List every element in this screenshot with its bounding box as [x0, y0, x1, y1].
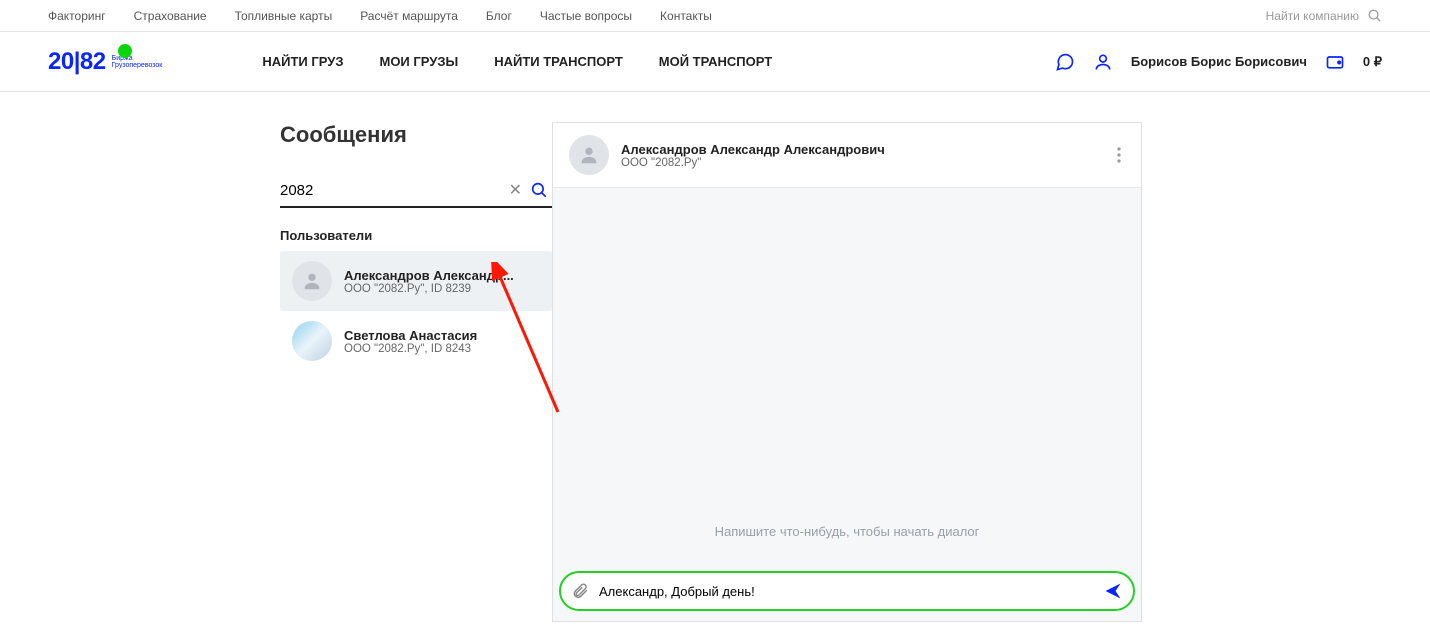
search-submit-icon[interactable]: [526, 181, 552, 199]
empty-chat-message: Напишите что-нибудь, чтобы начать диалог: [715, 524, 980, 561]
user-icon[interactable]: [1093, 52, 1113, 72]
company-search-placeholder: Найти компанию: [1266, 9, 1359, 23]
nav-find-transport[interactable]: НАЙТИ ТРАНСПОРТ: [494, 54, 623, 69]
top-utility-bar: Факторинг Страхование Топливные карты Ра…: [0, 0, 1430, 32]
chat-panel: Александров Александр Александрович ООО …: [552, 122, 1142, 622]
topnav-link[interactable]: Блог: [486, 9, 512, 23]
logo-text: 20|82: [48, 48, 106, 76]
nav-my-cargo[interactable]: МОИ ГРУЗЫ: [379, 54, 458, 69]
user-sub: ООО "2082.Ру", ID 8243: [344, 343, 477, 355]
main-header: 20|82 Биржа Грузоперевозок НАЙТИ ГРУЗ МО…: [0, 32, 1430, 92]
chat-contact-name: Александров Александр Александрович: [621, 142, 885, 157]
messages-icon[interactable]: [1055, 52, 1075, 72]
page-title: Сообщения: [280, 122, 552, 148]
logo-badge-icon: [118, 44, 132, 58]
user-name: Александров Александр...: [344, 268, 514, 283]
compose-bar: [559, 571, 1135, 611]
compose-area: [553, 561, 1141, 621]
user-list-item[interactable]: Светлова Анастасия ООО "2082.Ру", ID 824…: [280, 311, 552, 371]
users-section-label: Пользователи: [280, 228, 552, 243]
messages-panel: Сообщения ✕ Пользователи Александров Але…: [280, 122, 552, 622]
avatar-placeholder-icon: [569, 135, 609, 175]
user-name: Светлова Анастасия: [344, 328, 477, 343]
avatar-photo: [292, 321, 332, 361]
chat-menu-icon[interactable]: [1113, 143, 1125, 167]
user-list-item[interactable]: Александров Александр... ООО "2082.Ру", …: [280, 251, 552, 311]
main-nav: НАЙТИ ГРУЗ МОИ ГРУЗЫ НАЙТИ ТРАНСПОРТ МОЙ…: [262, 54, 772, 69]
top-links: Факторинг Страхование Топливные карты Ра…: [48, 9, 712, 23]
message-search: ✕: [280, 180, 552, 208]
topnav-link[interactable]: Расчёт маршрута: [360, 9, 458, 23]
clear-search-icon[interactable]: ✕: [505, 180, 526, 200]
avatar-placeholder-icon: [292, 261, 332, 301]
balance-label[interactable]: 0 ₽: [1363, 54, 1382, 70]
logo-subtitle: Биржа Грузоперевозок: [112, 55, 163, 69]
username-label[interactable]: Борисов Борис Борисович: [1131, 54, 1307, 69]
attach-icon[interactable]: [571, 582, 589, 600]
user-sub: ООО "2082.Ру", ID 8239: [344, 283, 514, 295]
chat-contact-sub: ООО "2082.Ру": [621, 157, 885, 169]
chat-header: Александров Александр Александрович ООО …: [553, 123, 1141, 188]
topnav-link[interactable]: Страхование: [134, 9, 207, 23]
search-icon: [1367, 8, 1382, 23]
search-input[interactable]: [280, 182, 505, 199]
nav-my-transport[interactable]: МОЙ ТРАНСПОРТ: [659, 54, 772, 69]
chat-body: Напишите что-нибудь, чтобы начать диалог: [553, 188, 1141, 561]
wallet-icon[interactable]: [1325, 52, 1345, 72]
topnav-link[interactable]: Топливные карты: [235, 9, 333, 23]
header-right: Борисов Борис Борисович 0 ₽: [1055, 52, 1382, 72]
topnav-link[interactable]: Частые вопросы: [540, 9, 632, 23]
compose-input[interactable]: [599, 584, 1093, 599]
topnav-link[interactable]: Контакты: [660, 9, 712, 23]
logo[interactable]: 20|82 Биржа Грузоперевозок: [48, 48, 162, 76]
company-search[interactable]: Найти компанию: [1266, 8, 1382, 23]
topnav-link[interactable]: Факторинг: [48, 9, 106, 23]
send-icon[interactable]: [1103, 581, 1123, 601]
content: Сообщения ✕ Пользователи Александров Але…: [0, 92, 1430, 622]
nav-find-cargo[interactable]: НАЙТИ ГРУЗ: [262, 54, 343, 69]
